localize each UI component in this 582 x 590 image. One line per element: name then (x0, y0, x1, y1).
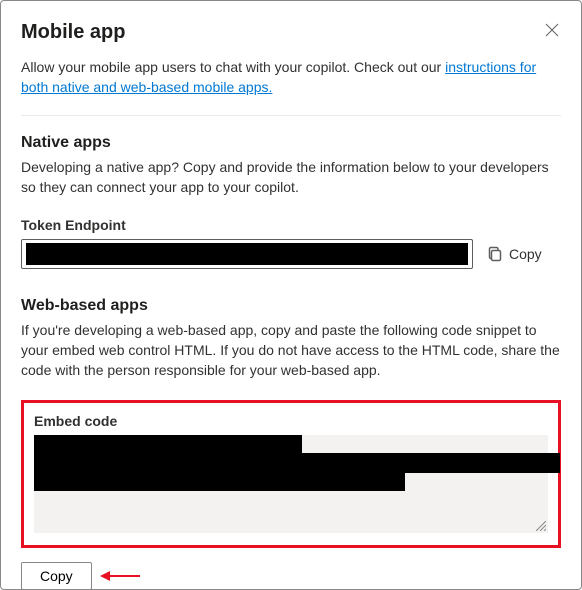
embed-redacted-line2 (34, 453, 560, 473)
token-endpoint-input[interactable] (21, 239, 473, 269)
copy-token-label: Copy (509, 246, 542, 262)
embed-code-label: Embed code (34, 413, 548, 429)
token-endpoint-label: Token Endpoint (21, 217, 561, 233)
arrow-annotation-icon (100, 568, 140, 584)
panel-header: Mobile app (21, 21, 561, 44)
copy-embed-button[interactable]: Copy (21, 562, 92, 590)
web-apps-desc: If you're developing a web-based app, co… (21, 321, 561, 380)
native-apps-desc: Developing a native app? Copy and provid… (21, 158, 561, 197)
copy-embed-row: Copy (21, 562, 561, 590)
web-apps-title: Web-based apps (21, 297, 561, 315)
embed-code-textarea[interactable] (34, 435, 548, 533)
copy-icon (487, 246, 503, 262)
close-button[interactable] (543, 21, 561, 41)
divider (21, 115, 561, 116)
resize-handle-icon (536, 521, 546, 531)
mobile-app-panel: Mobile app Allow your mobile app users t… (0, 0, 582, 590)
token-row: Copy (21, 239, 561, 269)
copy-token-button[interactable]: Copy (487, 246, 542, 262)
embed-redacted-line3 (34, 473, 405, 491)
native-apps-title: Native apps (21, 134, 561, 152)
intro-text: Allow your mobile app users to chat with… (21, 58, 561, 97)
panel-title: Mobile app (21, 21, 125, 44)
embed-highlight: Embed code (21, 400, 561, 548)
close-icon (545, 23, 559, 37)
token-endpoint-value-redacted (26, 243, 468, 265)
intro-prefix: Allow your mobile app users to chat with… (21, 59, 445, 75)
embed-redacted-line1 (34, 435, 302, 453)
